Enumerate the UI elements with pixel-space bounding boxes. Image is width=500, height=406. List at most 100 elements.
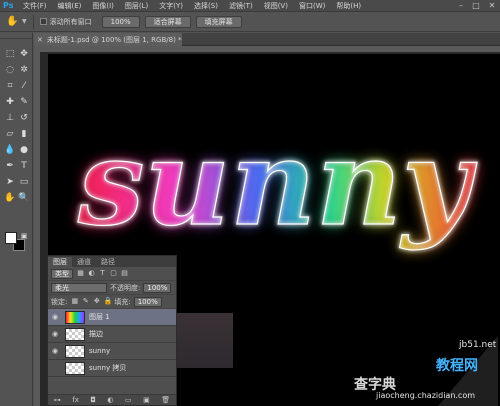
path-select-icon[interactable]: ➤ xyxy=(4,176,16,188)
foreground-color-swatch[interactable] xyxy=(5,232,17,244)
menu-filter[interactable]: 滤镜(T) xyxy=(229,1,253,11)
menu-view[interactable]: 视图(V) xyxy=(264,1,288,11)
layers-panel-tabs: 图层 通道 路径 xyxy=(48,256,176,267)
maximize-button[interactable]: □ xyxy=(470,0,482,12)
options-bar: ✋ ▼ 滚动所有窗口 100% 适合屏幕 填充屏幕 xyxy=(0,12,500,32)
menu-edit[interactable]: 编辑(E) xyxy=(58,1,82,11)
clone-stamp-icon[interactable]: ⊥ xyxy=(4,112,16,124)
new-group-icon[interactable]: ▭ xyxy=(125,396,132,404)
brush-tool-icon[interactable]: ✎ xyxy=(18,96,30,108)
fill-label: 填充: xyxy=(114,297,131,306)
link-layers-icon[interactable]: ⊶ xyxy=(54,396,61,404)
type-filter-icon[interactable]: T xyxy=(98,269,107,278)
tab-layers[interactable]: 图层 xyxy=(48,257,72,267)
type-tool-icon[interactable]: T xyxy=(18,160,30,172)
horizontal-ruler[interactable] xyxy=(34,46,500,52)
gradient-tool-icon[interactable]: ▮ xyxy=(18,128,30,140)
neon-outline-text: sunny xyxy=(77,113,478,252)
tab-paths[interactable]: 路径 xyxy=(96,257,120,267)
new-layer-icon[interactable]: ▣ xyxy=(143,396,150,404)
menu-image[interactable]: 图像(I) xyxy=(92,1,114,11)
scroll-all-windows-checkbox[interactable] xyxy=(39,18,47,25)
vertical-ruler[interactable] xyxy=(34,46,40,406)
layer-style-icon[interactable]: fx xyxy=(72,396,79,404)
layer-mask-icon[interactable]: ◘ xyxy=(90,396,96,404)
adjustment-filter-icon[interactable]: ◐ xyxy=(87,269,96,278)
image-filter-icon[interactable]: ▦ xyxy=(76,269,85,278)
layer-thumbnail xyxy=(65,310,85,324)
opacity-input[interactable]: 100% xyxy=(143,282,172,293)
hand-icon[interactable]: ✋ xyxy=(6,16,20,28)
toolbox: ⬚ ✥ ◌ ✲ ⌗ ⁄ ✚ ✎ ⊥ ↺ ▱ ▮ 💧 ● ✒ T ➤ ▭ ✋ 🔍 … xyxy=(0,33,33,406)
layer-filter-row: 类型 ▦ ◐ T ▢ ▤ xyxy=(48,267,176,281)
layer-name[interactable]: sunny xyxy=(89,347,110,355)
blur-tool-icon[interactable]: 💧 xyxy=(4,144,16,156)
healing-brush-icon[interactable]: ✚ xyxy=(4,96,16,108)
eyedropper-icon[interactable]: ⁄ xyxy=(18,80,30,92)
fill-input[interactable]: 100% xyxy=(133,296,162,307)
lock-transparent-icon[interactable]: ▦ xyxy=(70,297,79,306)
layer-row[interactable]: sunny 拷贝 xyxy=(48,360,176,377)
lock-all-icon[interactable]: 🔒 xyxy=(103,297,113,306)
visibility-eye-icon[interactable]: ◉ xyxy=(48,313,62,321)
divider xyxy=(32,14,34,29)
screen-mode-icon[interactable]: ▣ xyxy=(18,230,30,242)
layer-thumbnail xyxy=(65,327,85,341)
history-brush-icon[interactable]: ↺ xyxy=(18,112,30,124)
layer-name[interactable]: 描边 xyxy=(89,329,103,339)
lock-row: 锁定: ▦ ✎ ✥ 🔒 填充: 100% xyxy=(48,295,176,309)
document-tab[interactable]: ✕ 未标题-1.psd @ 100% (图层 1, RGB/8) * xyxy=(34,33,182,46)
pen-tool-icon[interactable]: ✒ xyxy=(4,160,16,172)
visibility-eye-icon[interactable]: ◉ xyxy=(48,347,62,355)
blend-mode-select[interactable]: 柔光 xyxy=(51,282,107,293)
layer-thumbnail xyxy=(65,344,85,358)
watermark-title: 教程网 xyxy=(436,358,478,374)
layer-name[interactable]: 图层 1 xyxy=(89,312,110,322)
shape-filter-icon[interactable]: ▢ xyxy=(109,269,118,278)
visibility-eye-icon[interactable]: ◉ xyxy=(48,330,62,338)
menu-file[interactable]: 文件(F) xyxy=(23,1,47,11)
tab-channels[interactable]: 通道 xyxy=(72,257,96,267)
watermark-url: jiaocheng.chazidian.com xyxy=(376,391,476,400)
crop-tool-icon[interactable]: ⌗ xyxy=(4,80,16,92)
toolbox-grip[interactable] xyxy=(0,33,32,39)
menu-help[interactable]: 帮助(H) xyxy=(336,1,361,11)
menu-select[interactable]: 选择(S) xyxy=(194,1,218,11)
fill-screen-button[interactable]: 填充屏幕 xyxy=(195,15,242,28)
layer-row[interactable]: ◉ sunny xyxy=(48,343,176,360)
layers-panel: 图层 通道 路径 类型 ▦ ◐ T ▢ ▤ 柔光 不透明度: 100% 锁定: … xyxy=(47,255,177,406)
chevron-down-icon[interactable]: ▼ xyxy=(22,18,27,25)
smart-object-filter-icon[interactable]: ▤ xyxy=(120,269,129,278)
layer-thumbnail xyxy=(65,361,85,375)
document-tab-title: 未标题-1.psd @ 100% (图层 1, RGB/8) * xyxy=(46,35,182,44)
close-icon[interactable]: ✕ xyxy=(37,36,43,44)
adjustment-layer-icon[interactable]: ◐ xyxy=(107,396,113,404)
menu-type[interactable]: 文字(Y) xyxy=(159,1,183,11)
menu-window[interactable]: 窗口(W) xyxy=(299,1,325,11)
hand-tool-icon[interactable]: ✋ xyxy=(4,192,16,204)
photoshop-logo: Ps xyxy=(3,1,14,10)
lock-position-icon[interactable]: ✥ xyxy=(92,297,101,306)
filter-kind-select[interactable]: 类型 xyxy=(51,268,73,279)
layer-row[interactable]: ◉ 描边 xyxy=(48,326,176,343)
magic-wand-icon[interactable]: ✲ xyxy=(18,64,30,76)
layer-name[interactable]: sunny 拷贝 xyxy=(89,363,126,373)
lock-label: 锁定: xyxy=(51,297,68,306)
zoom-tool-icon[interactable]: 🔍 xyxy=(18,192,30,204)
move-tool-icon[interactable]: ✥ xyxy=(18,48,30,60)
fit-screen-button[interactable]: 适合屏幕 xyxy=(144,15,191,28)
minimize-button[interactable]: – xyxy=(455,0,467,12)
close-window-button[interactable]: ✕ xyxy=(486,0,498,12)
layers-panel-footer: ⊶ fx ◘ ◐ ▭ ▣ 🗑 xyxy=(48,394,176,405)
zoom-100-button[interactable]: 100% xyxy=(101,15,140,28)
opacity-label: 不透明度: xyxy=(110,283,141,292)
lasso-tool-icon[interactable]: ◌ xyxy=(4,64,16,76)
layer-row[interactable]: ◉ 图层 1 xyxy=(48,309,176,326)
delete-layer-icon[interactable]: 🗑 xyxy=(161,396,170,404)
dodge-tool-icon[interactable]: ● xyxy=(18,144,30,156)
menu-layer[interactable]: 图层(L) xyxy=(125,1,148,11)
eraser-icon[interactable]: ▱ xyxy=(4,128,16,140)
shape-tool-icon[interactable]: ▭ xyxy=(18,176,30,188)
marquee-tool-icon[interactable]: ⬚ xyxy=(4,48,16,60)
lock-pixels-icon[interactable]: ✎ xyxy=(81,297,90,306)
